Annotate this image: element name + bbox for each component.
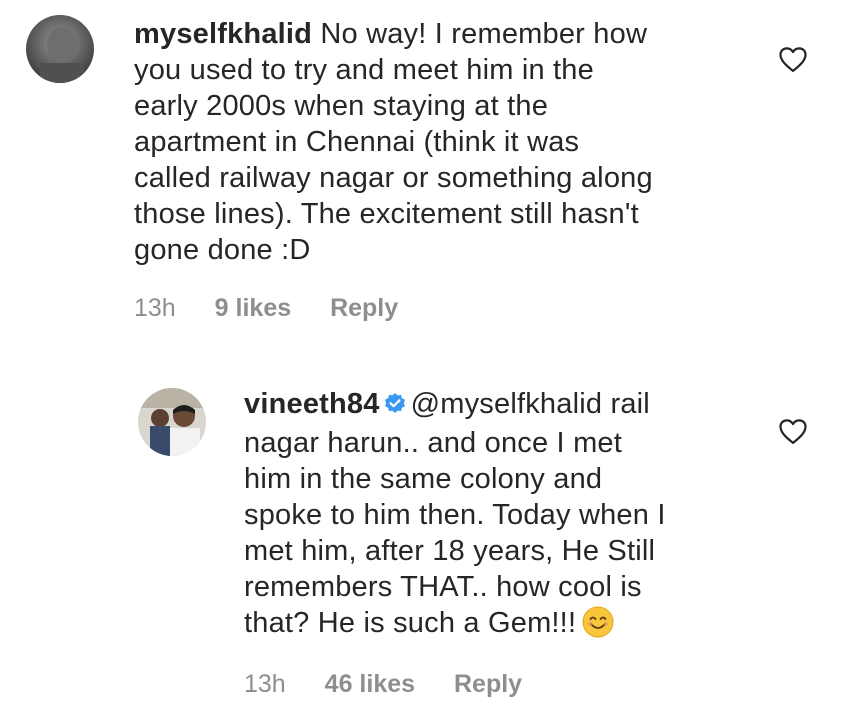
- comment-likes[interactable]: 46 likes: [325, 670, 415, 698]
- comment-meta: 13h 46 likes Reply: [244, 670, 554, 699]
- comment-text-line: that? He is such a Gem!!!: [244, 607, 577, 639]
- reply-button[interactable]: Reply: [454, 670, 522, 698]
- smiling-face-emoji: [582, 606, 614, 647]
- comment-text-line: early 2000s when staying at the: [134, 90, 549, 122]
- comment-text-line: apartment in Chennai (think it was: [134, 126, 580, 158]
- verified-badge-icon: [383, 389, 407, 425]
- comment-likes[interactable]: 9 likes: [215, 294, 291, 322]
- comment-text-line: called railway nagar or something along: [134, 162, 653, 194]
- comment-text-line: those lines). The excitement still hasn'…: [134, 198, 639, 230]
- heart-outline-icon[interactable]: [778, 45, 808, 73]
- comment-text-line: him in the same colony and: [244, 463, 603, 495]
- comment-text-line: No way! I remember how: [320, 18, 648, 50]
- reply-button[interactable]: Reply: [330, 294, 398, 322]
- comment-text-line: remembers THAT.. how cool is: [244, 571, 642, 603]
- comment-text-line: gone done :D: [134, 234, 311, 266]
- comment-username[interactable]: myselfkhalid: [134, 18, 312, 50]
- comment-text-line: spoke to him then. Today when I: [244, 499, 666, 531]
- heart-outline-icon[interactable]: [778, 417, 808, 445]
- comment-meta: 13h 9 likes Reply: [134, 294, 430, 323]
- avatar[interactable]: [138, 388, 206, 456]
- comment-time: 13h: [244, 670, 286, 698]
- comment-body: myselfkhalid No way! I remember how you …: [134, 16, 754, 268]
- comment-text-line: nagar harun.. and once I met: [244, 427, 623, 459]
- comment-time: 13h: [134, 294, 176, 322]
- comment-username[interactable]: vineeth84: [244, 388, 380, 420]
- comment-text-line: you used to try and meet him in the: [134, 54, 594, 86]
- avatar[interactable]: [26, 15, 94, 83]
- mention-link[interactable]: @myselfkhalid: [411, 388, 603, 420]
- comment-body: vineeth84 @myselfkhalid rail nagar harun.…: [244, 386, 764, 647]
- comment-text-line: rail: [610, 388, 650, 420]
- comment-text-line: met him, after 18 years, He Still: [244, 535, 656, 567]
